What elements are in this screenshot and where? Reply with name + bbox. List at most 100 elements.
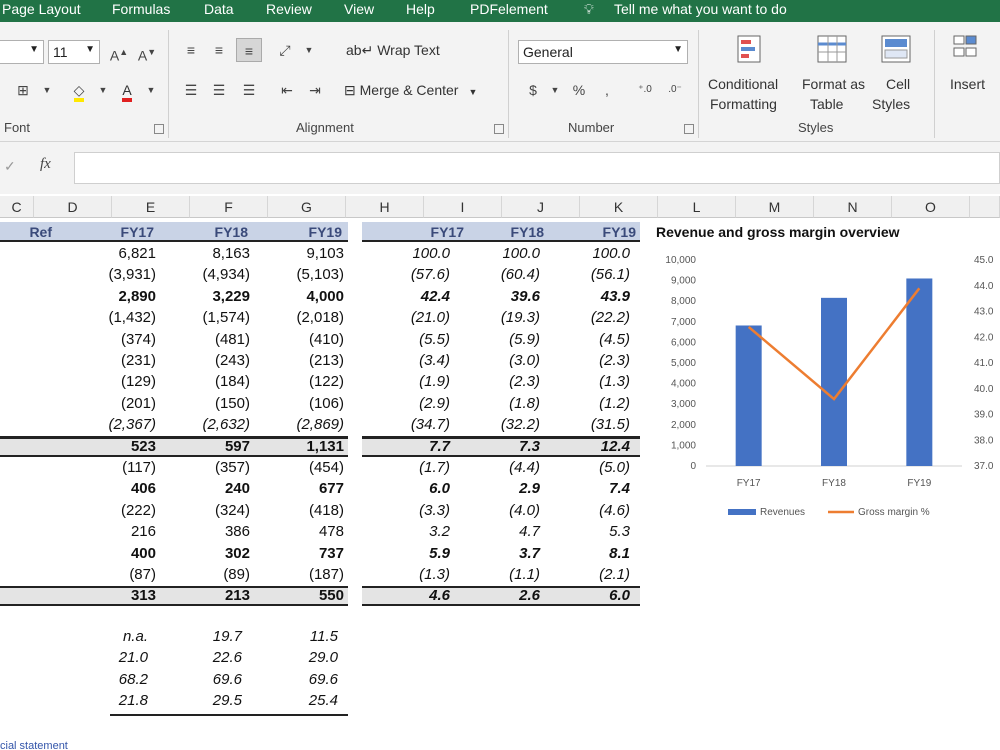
percent-cell[interactable]: 3.2	[380, 523, 450, 540]
value-cell[interactable]: 400	[86, 545, 156, 562]
increase-indent-icon[interactable]: ⇥	[302, 78, 328, 102]
align-right-icon[interactable]: ☰	[236, 78, 262, 102]
percent-cell[interactable]: (5.9)	[470, 331, 540, 348]
value-cell[interactable]: (5,103)	[274, 266, 344, 283]
value-cell[interactable]: 3,229	[180, 288, 250, 305]
percent-cell[interactable]: (22.2)	[560, 309, 630, 326]
chevron-down-icon[interactable]: ▼	[542, 78, 568, 102]
value-cell[interactable]: 406	[86, 480, 156, 497]
menu-help[interactable]: Help	[406, 1, 435, 17]
enter-check-icon[interactable]: ✓	[4, 158, 16, 175]
ratio-cell[interactable]: 29.0	[278, 649, 338, 666]
ratio-cell[interactable]: 22.6	[182, 649, 242, 666]
font-size-combo[interactable]: 11 ▼	[48, 40, 100, 64]
value-cell[interactable]: (129)	[86, 373, 156, 390]
percent-cell[interactable]: 39.6	[470, 288, 540, 305]
format-as-table-button[interactable]: Format as Table	[800, 32, 870, 118]
align-top-icon[interactable]: ≡	[178, 38, 204, 62]
decrease-indent-icon[interactable]: ⇤	[274, 78, 300, 102]
value-cell[interactable]: (122)	[274, 373, 344, 390]
value-cell[interactable]: (4,934)	[180, 266, 250, 283]
percent-cell[interactable]: (19.3)	[470, 309, 540, 326]
dialog-launcher-icon[interactable]	[684, 124, 694, 134]
column-header-f[interactable]: F	[190, 196, 268, 218]
percent-cell[interactable]: (5.0)	[560, 459, 630, 476]
value-cell[interactable]: (454)	[274, 459, 344, 476]
percent-cell[interactable]: 7.4	[560, 480, 630, 497]
percent-cell[interactable]: (57.6)	[380, 266, 450, 283]
ratio-cell[interactable]: 69.6	[182, 671, 242, 688]
dialog-launcher-icon[interactable]	[154, 124, 164, 134]
percent-cell[interactable]: (60.4)	[470, 266, 540, 283]
column-header-i[interactable]: I	[424, 196, 502, 218]
value-cell[interactable]: 2,890	[86, 288, 156, 305]
percent-cell[interactable]: 43.9	[560, 288, 630, 305]
percent-cell[interactable]: 100.0	[560, 245, 630, 262]
percent-cell[interactable]: (1.2)	[560, 395, 630, 412]
ratio-cell[interactable]: 29.5	[182, 692, 242, 709]
font-name-combo[interactable]: ▼	[0, 40, 44, 64]
borders-icon[interactable]: ⊞	[10, 78, 36, 102]
ratio-cell[interactable]: 21.0	[88, 649, 148, 666]
percent-cell[interactable]: 5.3	[560, 523, 630, 540]
percent-cell[interactable]: (1.9)	[380, 373, 450, 390]
percent-cell[interactable]: 3.7	[470, 545, 540, 562]
value-cell[interactable]: (2,367)	[86, 416, 156, 433]
align-bottom-icon[interactable]: ≡	[236, 38, 262, 62]
percent-cell[interactable]: (4.0)	[470, 502, 540, 519]
percent-cell[interactable]: (1.3)	[560, 373, 630, 390]
percent-cell[interactable]: (4.6)	[560, 502, 630, 519]
percent-cell[interactable]: (1.1)	[470, 566, 540, 583]
percent-cell[interactable]: (1.8)	[470, 395, 540, 412]
percent-cell[interactable]: 8.1	[560, 545, 630, 562]
insert-function-icon[interactable]: fx	[40, 156, 51, 173]
column-header-j[interactable]: J	[502, 196, 580, 218]
value-cell[interactable]: (3,931)	[86, 266, 156, 283]
font-color-icon[interactable]: A	[114, 78, 140, 102]
percent-cell[interactable]: (5.5)	[380, 331, 450, 348]
align-center-icon[interactable]: ☰	[206, 78, 232, 102]
chevron-down-icon[interactable]: ▼	[138, 78, 164, 102]
ratio-cell[interactable]: 68.2	[88, 671, 148, 688]
percent-cell[interactable]: (2.3)	[560, 352, 630, 369]
percent-cell[interactable]: 7.3	[470, 438, 540, 455]
column-header-n[interactable]: N	[814, 196, 892, 218]
increase-font-icon[interactable]: A▲	[106, 40, 132, 64]
percent-cell[interactable]: (21.0)	[380, 309, 450, 326]
value-cell[interactable]: 216	[86, 523, 156, 540]
menu-review[interactable]: Review	[266, 1, 312, 17]
percent-cell[interactable]: 100.0	[380, 245, 450, 262]
value-cell[interactable]: 523	[86, 438, 156, 455]
decrease-decimal-icon[interactable]: .0⁻	[662, 78, 688, 102]
value-cell[interactable]: (2,018)	[274, 309, 344, 326]
value-cell[interactable]: 240	[180, 480, 250, 497]
menu-page-layout[interactable]: Page Layout	[2, 1, 81, 17]
value-cell[interactable]: 313	[86, 587, 156, 604]
ratio-cell[interactable]: 69.6	[278, 671, 338, 688]
align-left-icon[interactable]: ☰	[178, 78, 204, 102]
percent-cell[interactable]: (4.4)	[470, 459, 540, 476]
column-header-e[interactable]: E	[112, 196, 190, 218]
orientation-icon[interactable]: ⤢	[272, 38, 298, 62]
value-cell[interactable]: (1,574)	[180, 309, 250, 326]
value-cell[interactable]: (213)	[274, 352, 344, 369]
column-header-l[interactable]: L	[658, 196, 736, 218]
value-cell[interactable]: 4,000	[274, 288, 344, 305]
percent-button[interactable]: %	[566, 78, 592, 102]
value-cell[interactable]: 386	[180, 523, 250, 540]
financial-statement-link[interactable]: cial statement	[0, 740, 68, 750]
percent-cell[interactable]: (31.5)	[560, 416, 630, 433]
insert-button[interactable]: Insert	[944, 32, 1000, 118]
chevron-down-icon[interactable]: ▼	[34, 78, 60, 102]
percent-cell[interactable]: 2.9	[470, 480, 540, 497]
value-cell[interactable]: (222)	[86, 502, 156, 519]
value-cell[interactable]: (89)	[180, 566, 250, 583]
ratio-cell[interactable]: 25.4	[278, 692, 338, 709]
wrap-text-button[interactable]: ab↵ Wrap Text	[346, 42, 440, 59]
value-cell[interactable]: (117)	[86, 459, 156, 476]
percent-cell[interactable]: 2.6	[470, 587, 540, 604]
menu-pdfelement[interactable]: PDFelement	[470, 1, 548, 17]
percent-cell[interactable]: (2.1)	[560, 566, 630, 583]
column-header-d[interactable]: D	[34, 196, 112, 218]
column-header-h[interactable]: H	[346, 196, 424, 218]
